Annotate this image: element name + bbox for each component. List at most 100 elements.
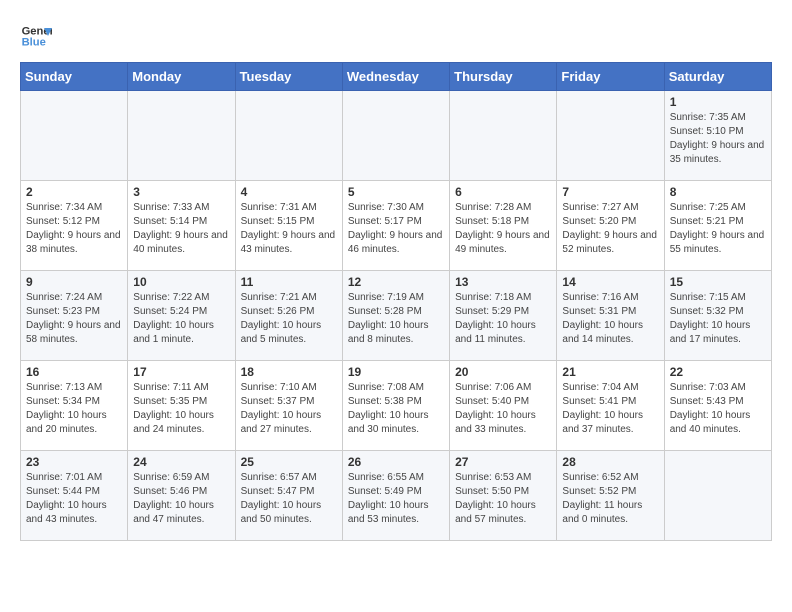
day-number: 12 [348,275,444,289]
calendar-cell: 3 Sunrise: 7:33 AMSunset: 5:14 PMDaylight… [128,181,235,271]
weekday-header-wednesday: Wednesday [342,63,449,91]
calendar-cell: 16Sunrise: 7:13 AMSunset: 5:34 PMDayligh… [21,361,128,451]
day-number: 11 [241,275,337,289]
day-info: Sunrise: 7:03 AMSunset: 5:43 PMDaylight:… [670,381,766,437]
calendar-cell: 18 Sunrise: 7:10 AMSunset: 5:37 PMDayligh… [235,361,342,451]
weekday-header-sunday: Sunday [21,63,128,91]
day-number: 20 [455,365,551,379]
day-info: Sunrise: 7:19 AMSunset: 5:28 PMDaylight:… [348,291,444,347]
day-info: Sunrise: 7:13 AMSunset: 5:34 PMDaylight:… [26,381,122,437]
day-info: Sunrise: 7:31 AMSunset: 5:15 PMDaylight:… [241,201,337,257]
day-number: 4 [241,185,337,199]
day-info: Sunrise: 6:52 AMSunset: 5:52 PMDaylight:… [562,471,658,527]
logo-icon: General Blue [20,20,52,52]
day-number: 6 [455,185,551,199]
day-number: 15 [670,275,766,289]
day-number: 1 [670,95,766,109]
calendar-cell: 24 Sunrise: 6:59 AMSunset: 5:46 PMDayligh… [128,451,235,541]
calendar-cell: 5 Sunrise: 7:30 AMSunset: 5:17 PMDaylight… [342,181,449,271]
calendar-cell [450,91,557,181]
calendar-cell: 20 Sunrise: 7:06 AMSunset: 5:40 PMDayligh… [450,361,557,451]
calendar-cell [664,451,771,541]
day-number: 17 [133,365,229,379]
day-info: Sunrise: 7:22 AMSunset: 5:24 PMDaylight:… [133,291,229,347]
day-info: Sunrise: 7:18 AMSunset: 5:29 PMDaylight:… [455,291,551,347]
calendar-cell: 14Sunrise: 7:16 AMSunset: 5:31 PMDayligh… [557,271,664,361]
calendar-cell: 11 Sunrise: 7:21 AMSunset: 5:26 PMDayligh… [235,271,342,361]
day-number: 27 [455,455,551,469]
day-info: Sunrise: 6:57 AMSunset: 5:47 PMDaylight:… [241,471,337,527]
calendar-cell [342,91,449,181]
calendar-cell: 21 Sunrise: 7:04 AMSunset: 5:41 PMDayligh… [557,361,664,451]
day-info: Sunrise: 7:08 AMSunset: 5:38 PMDaylight:… [348,381,444,437]
calendar-cell [235,91,342,181]
calendar-cell: 4 Sunrise: 7:31 AMSunset: 5:15 PMDaylight… [235,181,342,271]
page-header: General Blue [20,20,772,52]
logo: General Blue [20,20,56,52]
week-row-1: 1 Sunrise: 7:35 AMSunset: 5:10 PMDaylight… [21,91,772,181]
day-number: 3 [133,185,229,199]
day-number: 18 [241,365,337,379]
week-row-4: 16Sunrise: 7:13 AMSunset: 5:34 PMDayligh… [21,361,772,451]
day-info: Sunrise: 7:35 AMSunset: 5:10 PMDaylight:… [670,111,766,167]
calendar-cell: 2 Sunrise: 7:34 AMSunset: 5:12 PMDaylight… [21,181,128,271]
calendar-table: SundayMondayTuesdayWednesdayThursdayFrid… [20,62,772,541]
day-info: Sunrise: 7:34 AMSunset: 5:12 PMDaylight:… [26,201,122,257]
calendar-cell: 27 Sunrise: 6:53 AMSunset: 5:50 PMDayligh… [450,451,557,541]
calendar-cell: 23Sunrise: 7:01 AMSunset: 5:44 PMDayligh… [21,451,128,541]
day-info: Sunrise: 7:33 AMSunset: 5:14 PMDaylight:… [133,201,229,257]
calendar-cell: 8Sunrise: 7:25 AMSunset: 5:21 PMDaylight… [664,181,771,271]
calendar-cell: 1 Sunrise: 7:35 AMSunset: 5:10 PMDaylight… [664,91,771,181]
week-row-5: 23Sunrise: 7:01 AMSunset: 5:44 PMDayligh… [21,451,772,541]
day-info: Sunrise: 6:59 AMSunset: 5:46 PMDaylight:… [133,471,229,527]
day-number: 24 [133,455,229,469]
day-number: 7 [562,185,658,199]
calendar-cell [557,91,664,181]
day-info: Sunrise: 7:06 AMSunset: 5:40 PMDaylight:… [455,381,551,437]
day-info: Sunrise: 7:11 AMSunset: 5:35 PMDaylight:… [133,381,229,437]
calendar-cell: 19 Sunrise: 7:08 AMSunset: 5:38 PMDayligh… [342,361,449,451]
day-number: 10 [133,275,229,289]
weekday-header-thursday: Thursday [450,63,557,91]
day-number: 2 [26,185,122,199]
day-info: Sunrise: 7:30 AMSunset: 5:17 PMDaylight:… [348,201,444,257]
week-row-3: 9Sunrise: 7:24 AMSunset: 5:23 PMDaylight… [21,271,772,361]
calendar-cell: 12 Sunrise: 7:19 AMSunset: 5:28 PMDayligh… [342,271,449,361]
day-number: 22 [670,365,766,379]
weekday-header-saturday: Saturday [664,63,771,91]
day-number: 21 [562,365,658,379]
day-info: Sunrise: 6:55 AMSunset: 5:49 PMDaylight:… [348,471,444,527]
day-info: Sunrise: 7:21 AMSunset: 5:26 PMDaylight:… [241,291,337,347]
calendar-cell: 10 Sunrise: 7:22 AMSunset: 5:24 PMDayligh… [128,271,235,361]
calendar-cell [128,91,235,181]
day-number: 25 [241,455,337,469]
day-info: Sunrise: 7:10 AMSunset: 5:37 PMDaylight:… [241,381,337,437]
calendar-cell: 28Sunrise: 6:52 AMSunset: 5:52 PMDayligh… [557,451,664,541]
day-info: Sunrise: 7:27 AMSunset: 5:20 PMDaylight:… [562,201,658,257]
svg-text:Blue: Blue [22,37,46,49]
day-info: Sunrise: 6:53 AMSunset: 5:50 PMDaylight:… [455,471,551,527]
day-info: Sunrise: 7:25 AMSunset: 5:21 PMDaylight:… [670,201,766,257]
calendar-cell: 9Sunrise: 7:24 AMSunset: 5:23 PMDaylight… [21,271,128,361]
calendar-cell [21,91,128,181]
day-info: Sunrise: 7:24 AMSunset: 5:23 PMDaylight:… [26,291,122,347]
day-number: 19 [348,365,444,379]
day-info: Sunrise: 7:16 AMSunset: 5:31 PMDaylight:… [562,291,658,347]
weekday-header-friday: Friday [557,63,664,91]
day-info: Sunrise: 7:28 AMSunset: 5:18 PMDaylight:… [455,201,551,257]
weekday-header-tuesday: Tuesday [235,63,342,91]
week-row-2: 2 Sunrise: 7:34 AMSunset: 5:12 PMDaylight… [21,181,772,271]
weekday-header-monday: Monday [128,63,235,91]
calendar-cell: 26 Sunrise: 6:55 AMSunset: 5:49 PMDayligh… [342,451,449,541]
weekday-header-row: SundayMondayTuesdayWednesdayThursdayFrid… [21,63,772,91]
calendar-cell: 15 Sunrise: 7:15 AMSunset: 5:32 PMDayligh… [664,271,771,361]
day-number: 5 [348,185,444,199]
calendar-cell: 25 Sunrise: 6:57 AMSunset: 5:47 PMDayligh… [235,451,342,541]
calendar-cell: 13Sunrise: 7:18 AMSunset: 5:29 PMDayligh… [450,271,557,361]
calendar-cell: 17 Sunrise: 7:11 AMSunset: 5:35 PMDayligh… [128,361,235,451]
day-number: 23 [26,455,122,469]
calendar-cell: 7 Sunrise: 7:27 AMSunset: 5:20 PMDaylight… [557,181,664,271]
day-number: 26 [348,455,444,469]
day-info: Sunrise: 7:04 AMSunset: 5:41 PMDaylight:… [562,381,658,437]
day-info: Sunrise: 7:15 AMSunset: 5:32 PMDaylight:… [670,291,766,347]
